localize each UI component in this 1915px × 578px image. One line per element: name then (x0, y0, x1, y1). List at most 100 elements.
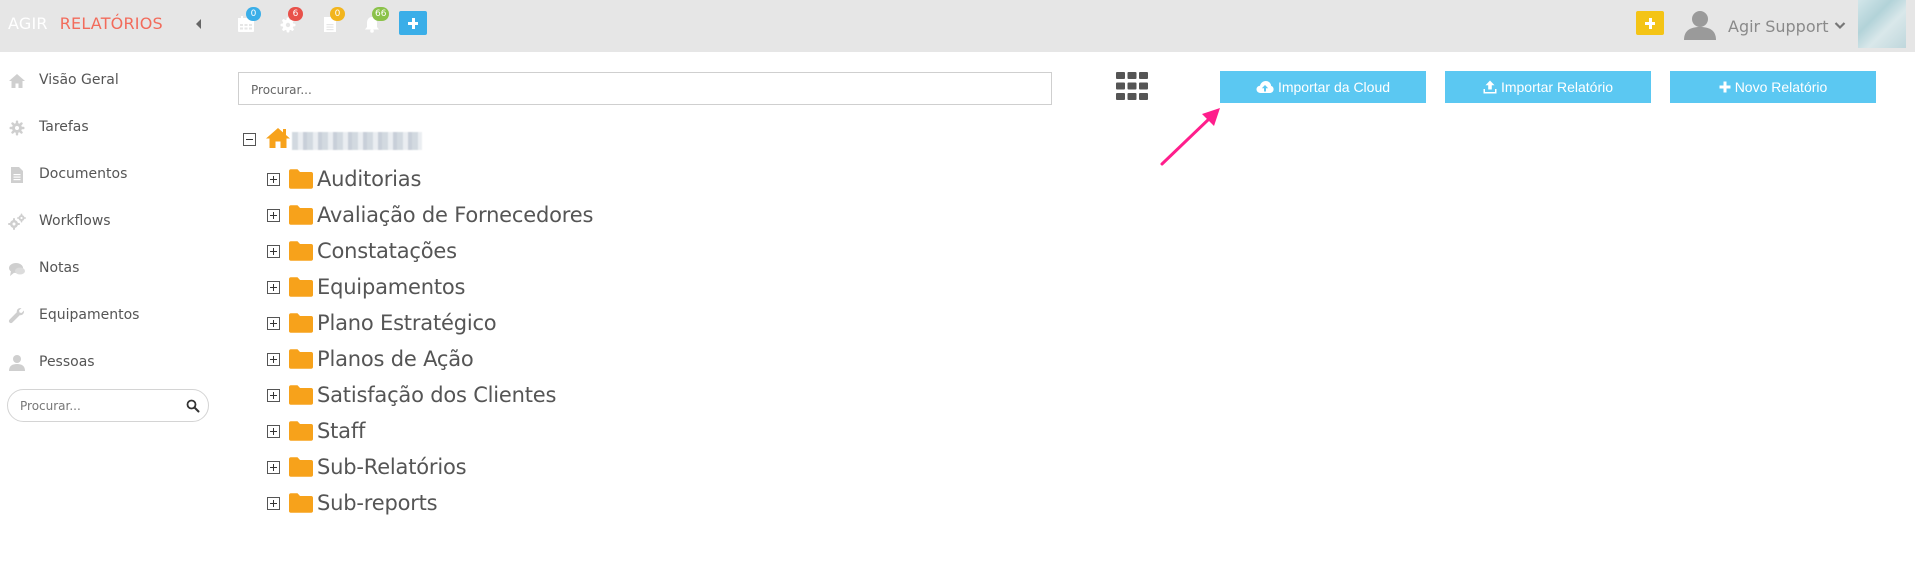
tree-folder-label: Staff (317, 419, 366, 443)
tree-expand-toggle[interactable] (267, 389, 280, 402)
tree-folder-row[interactable]: Avaliação de Fornecedores (267, 200, 667, 230)
sidebar-item-label: Notas (39, 260, 80, 276)
add-yellow-button[interactable] (1636, 11, 1664, 35)
tree-expand-toggle[interactable] (267, 497, 280, 510)
plus-icon (1719, 81, 1731, 93)
tree-folder-label: Satisfação dos Clientes (317, 383, 557, 407)
cogs-icon (8, 213, 26, 230)
calendar-icon[interactable]: 0 (236, 7, 261, 36)
user-name: Agir Support (1728, 17, 1829, 36)
folder-icon (289, 313, 313, 333)
folder-icon (289, 385, 313, 405)
quick-add-button[interactable] (399, 11, 427, 35)
import-cloud-label: Importar da Cloud (1277, 79, 1391, 95)
tree-folder-row[interactable]: Staff (267, 416, 667, 446)
new-report-label: Novo Relatório (1734, 79, 1828, 95)
sidebar-item-label: Tarefas (39, 119, 89, 135)
brand-primary: AGIR (8, 14, 48, 33)
folder-icon (289, 205, 313, 225)
chat-icon (9, 263, 25, 276)
home-icon[interactable] (265, 126, 291, 150)
chevron-down-icon (1834, 22, 1846, 30)
sidebar-search (7, 389, 209, 422)
tree-folder-label: Constatações (317, 239, 457, 263)
tree-expand-toggle[interactable] (267, 425, 280, 438)
tree-folder-row[interactable]: Sub-Relatórios (267, 452, 667, 482)
top-bar: AGIR RELATÓRIOS 0 6 0 66 Agir Support (0, 0, 1915, 52)
cog-icon (9, 120, 25, 136)
tree-collapse-toggle[interactable] (243, 133, 256, 146)
gear-icon[interactable]: 6 (278, 7, 303, 36)
tree-expand-toggle[interactable] (267, 209, 280, 222)
import-cloud-button[interactable]: Importar da Cloud (1220, 71, 1426, 103)
notifications-badge: 66 (372, 7, 390, 21)
plus-icon (1636, 11, 1664, 35)
search-icon[interactable] (186, 399, 200, 413)
folder-icon (289, 421, 313, 441)
tree-folder-row[interactable]: Constatações (267, 236, 667, 266)
sidebar-item-label: Documentos (39, 166, 128, 182)
folder-icon (289, 169, 313, 189)
sidebar-item-workflows[interactable]: Workflows (8, 209, 208, 235)
plus-icon (399, 11, 427, 35)
documents-badge: 0 (330, 7, 345, 21)
cloud-upload-icon (1256, 81, 1274, 93)
sidebar-item-label: Pessoas (39, 354, 95, 370)
home-icon (9, 74, 25, 88)
tree-expand-toggle[interactable] (267, 281, 280, 294)
tree-folder-row[interactable]: Planos de Ação (267, 344, 667, 374)
tree-expand-toggle[interactable] (267, 173, 280, 186)
grid-view-icon[interactable] (1116, 72, 1148, 100)
sidebar-item-notas[interactable]: Notas (8, 256, 208, 282)
folder-icon (289, 241, 313, 261)
tree-expand-toggle[interactable] (267, 461, 280, 474)
user-avatar-icon (1684, 11, 1716, 40)
tree-folder-label: Equipamentos (317, 275, 466, 299)
import-report-label: Importar Relatório (1500, 79, 1614, 95)
annotation-arrow-icon (1160, 108, 1220, 166)
tree-folder-label: Avaliação de Fornecedores (317, 203, 594, 227)
tree-folder-label: Plano Estratégico (317, 311, 497, 335)
sidebar-item-label: Equipamentos (39, 307, 140, 323)
sidebar-item-equipamentos[interactable]: Equipamentos (8, 303, 208, 329)
calendar-badge: 0 (246, 7, 261, 21)
folder-icon (289, 349, 313, 369)
tree-folder-row[interactable]: Auditorias (267, 164, 667, 194)
tree-folder-label: Planos de Ação (317, 347, 474, 371)
tree-folder-row[interactable]: Plano Estratégico (267, 308, 667, 338)
import-report-button[interactable]: Importar Relatório (1445, 71, 1651, 103)
folder-icon (289, 277, 313, 297)
sidebar-item-visao-geral[interactable]: Visão Geral (8, 68, 208, 94)
tree-expand-toggle[interactable] (267, 353, 280, 366)
tree-expand-toggle[interactable] (267, 317, 280, 330)
document-icon[interactable]: 0 (320, 7, 345, 36)
folder-icon (289, 457, 313, 477)
brand-secondary: RELATÓRIOS (59, 14, 163, 33)
tree-folder-label: Sub-Relatórios (317, 455, 467, 479)
tasks-badge: 6 (288, 7, 303, 21)
person-icon (9, 355, 25, 371)
avatar[interactable] (1858, 0, 1906, 48)
tree-root-name-redacted (292, 132, 422, 150)
sidebar-item-documentos[interactable]: Documentos (8, 162, 208, 188)
new-report-button[interactable]: Novo Relatório (1670, 71, 1876, 103)
folder-icon (289, 493, 313, 513)
file-icon (11, 167, 23, 183)
sidebar-item-pessoas[interactable]: Pessoas (8, 350, 208, 376)
sidebar-item-label: Visão Geral (39, 72, 119, 88)
tree-folder-label: Auditorias (317, 167, 422, 191)
main-search (238, 72, 1052, 105)
brand-logo[interactable]: AGIR RELATÓRIOS (8, 14, 163, 33)
sidebar-collapse-icon[interactable] (193, 16, 205, 32)
tree-folder-row[interactable]: Satisfação dos Clientes (267, 380, 667, 410)
bell-icon[interactable]: 66 (362, 7, 390, 36)
sidebar-item-tarefas[interactable]: Tarefas (8, 115, 208, 141)
tree-expand-toggle[interactable] (267, 245, 280, 258)
tree-folder-label: Sub-reports (317, 491, 438, 515)
tree-folder-row[interactable]: Equipamentos (267, 272, 667, 302)
main-search-input[interactable] (251, 81, 1031, 99)
sidebar-search-input[interactable] (20, 397, 170, 415)
tree-folder-row[interactable]: Sub-reports (267, 488, 667, 518)
upload-icon (1483, 80, 1497, 94)
wrench-icon (8, 308, 24, 324)
